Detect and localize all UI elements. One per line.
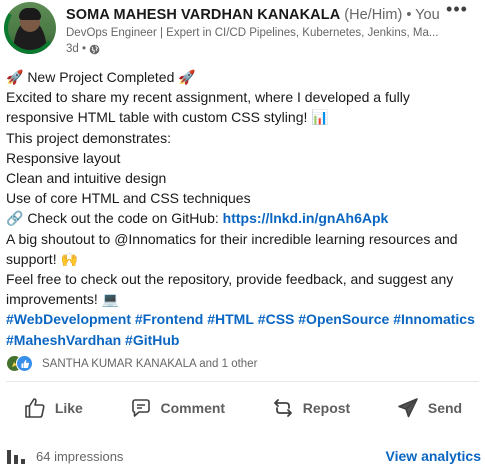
hashtag-link[interactable]: #WebDevelopment xyxy=(6,311,131,327)
send-button[interactable]: Send xyxy=(382,387,476,429)
post-line-feedback: Feel free to check out the repository, p… xyxy=(6,271,454,308)
post-line-responsive: Responsive layout xyxy=(6,149,121,166)
reactions-summary[interactable]: SANTHA KUMAR KANAKALA and 1 other xyxy=(6,355,257,373)
post-header: SOMA MAHESH VARDHAN KANAKALA (He/Him) • … xyxy=(0,0,485,64)
post-line-demonstrates: This project demonstrates: xyxy=(6,129,171,146)
github-prefix: 🔗 Check out the code on GitHub: xyxy=(6,210,223,227)
like-icon xyxy=(16,355,33,372)
open-to-work-frame xyxy=(4,2,56,54)
hashtag-link[interactable]: #Innomatics xyxy=(393,311,475,327)
repost-button[interactable]: Repost xyxy=(257,387,364,429)
connection-degree: • You xyxy=(406,7,440,23)
globe-icon xyxy=(89,44,100,54)
comment-label: Comment xyxy=(160,400,226,416)
bar-chart-icon xyxy=(7,450,25,464)
hashtag-link[interactable]: #Frontend xyxy=(135,311,203,327)
reaction-icons xyxy=(6,355,40,373)
post-line-clean: Clean and intuitive design xyxy=(6,170,167,187)
author-avatar[interactable] xyxy=(4,2,56,54)
impressions-summary[interactable]: 64 impressions xyxy=(6,448,123,464)
repost-label: Repost xyxy=(302,400,351,416)
send-icon xyxy=(398,398,418,418)
like-label: Like xyxy=(54,400,83,416)
hashtag-link[interactable]: #OpenSource xyxy=(298,311,389,327)
post-line-github: 🔗 Check out the code on GitHub: https://… xyxy=(6,208,481,228)
post-line-core: Use of core HTML and CSS techniques xyxy=(6,190,251,207)
divider xyxy=(6,381,479,382)
hashtag-link[interactable]: #CSS xyxy=(258,311,295,327)
author-pronouns: (He/Him) xyxy=(344,7,403,23)
repost-icon xyxy=(273,399,292,417)
send-label: Send xyxy=(427,400,463,416)
hashtags-row-1: #WebDevelopment #Frontend #HTML #CSS #Op… xyxy=(6,309,481,329)
comment-button[interactable]: Comment xyxy=(115,387,240,429)
author-name[interactable]: SOMA MAHESH VARDHAN KANAKALA xyxy=(66,7,340,23)
view-analytics-link[interactable]: View analytics xyxy=(386,448,481,464)
like-button[interactable]: Like xyxy=(9,387,97,429)
hashtag-link[interactable]: #GitHub xyxy=(125,332,179,348)
impressions-count: 64 impressions xyxy=(36,448,124,464)
post-line-intro: Excited to share my recent assignment, w… xyxy=(6,89,410,126)
post-body: 🚀 New Project Completed 🚀 Excited to sha… xyxy=(6,67,481,350)
hashtag-link[interactable]: #HTML xyxy=(207,311,254,327)
thumbs-up-icon xyxy=(25,398,45,418)
hashtags-row-2: #MaheshVardhan #GitHub xyxy=(6,330,481,350)
post-meta: 3d • xyxy=(66,43,100,55)
reactions-label: SANTHA KUMAR KANAKALA and 1 other xyxy=(42,358,258,370)
post-actions: Like Comment Repost Send xyxy=(0,387,485,429)
post-line-title: 🚀 New Project Completed 🚀 xyxy=(6,69,196,85)
post-time: 3d • xyxy=(66,43,87,55)
github-link[interactable]: https://lnkd.in/gnAh6Apk xyxy=(223,210,389,226)
author-headline: DevOps Engineer | Expert in CI/CD Pipeli… xyxy=(66,27,439,39)
impressions-bar: 64 impressions View analytics xyxy=(0,445,485,471)
comment-icon xyxy=(131,399,150,417)
more-options-button[interactable]: ••• xyxy=(445,0,469,22)
author-name-line[interactable]: SOMA MAHESH VARDHAN KANAKALA (He/Him) • … xyxy=(66,7,440,23)
hashtag-link[interactable]: #MaheshVardhan xyxy=(6,332,121,348)
post-line-shoutout: A big shoutout to @Innomatics for their … xyxy=(6,230,458,267)
